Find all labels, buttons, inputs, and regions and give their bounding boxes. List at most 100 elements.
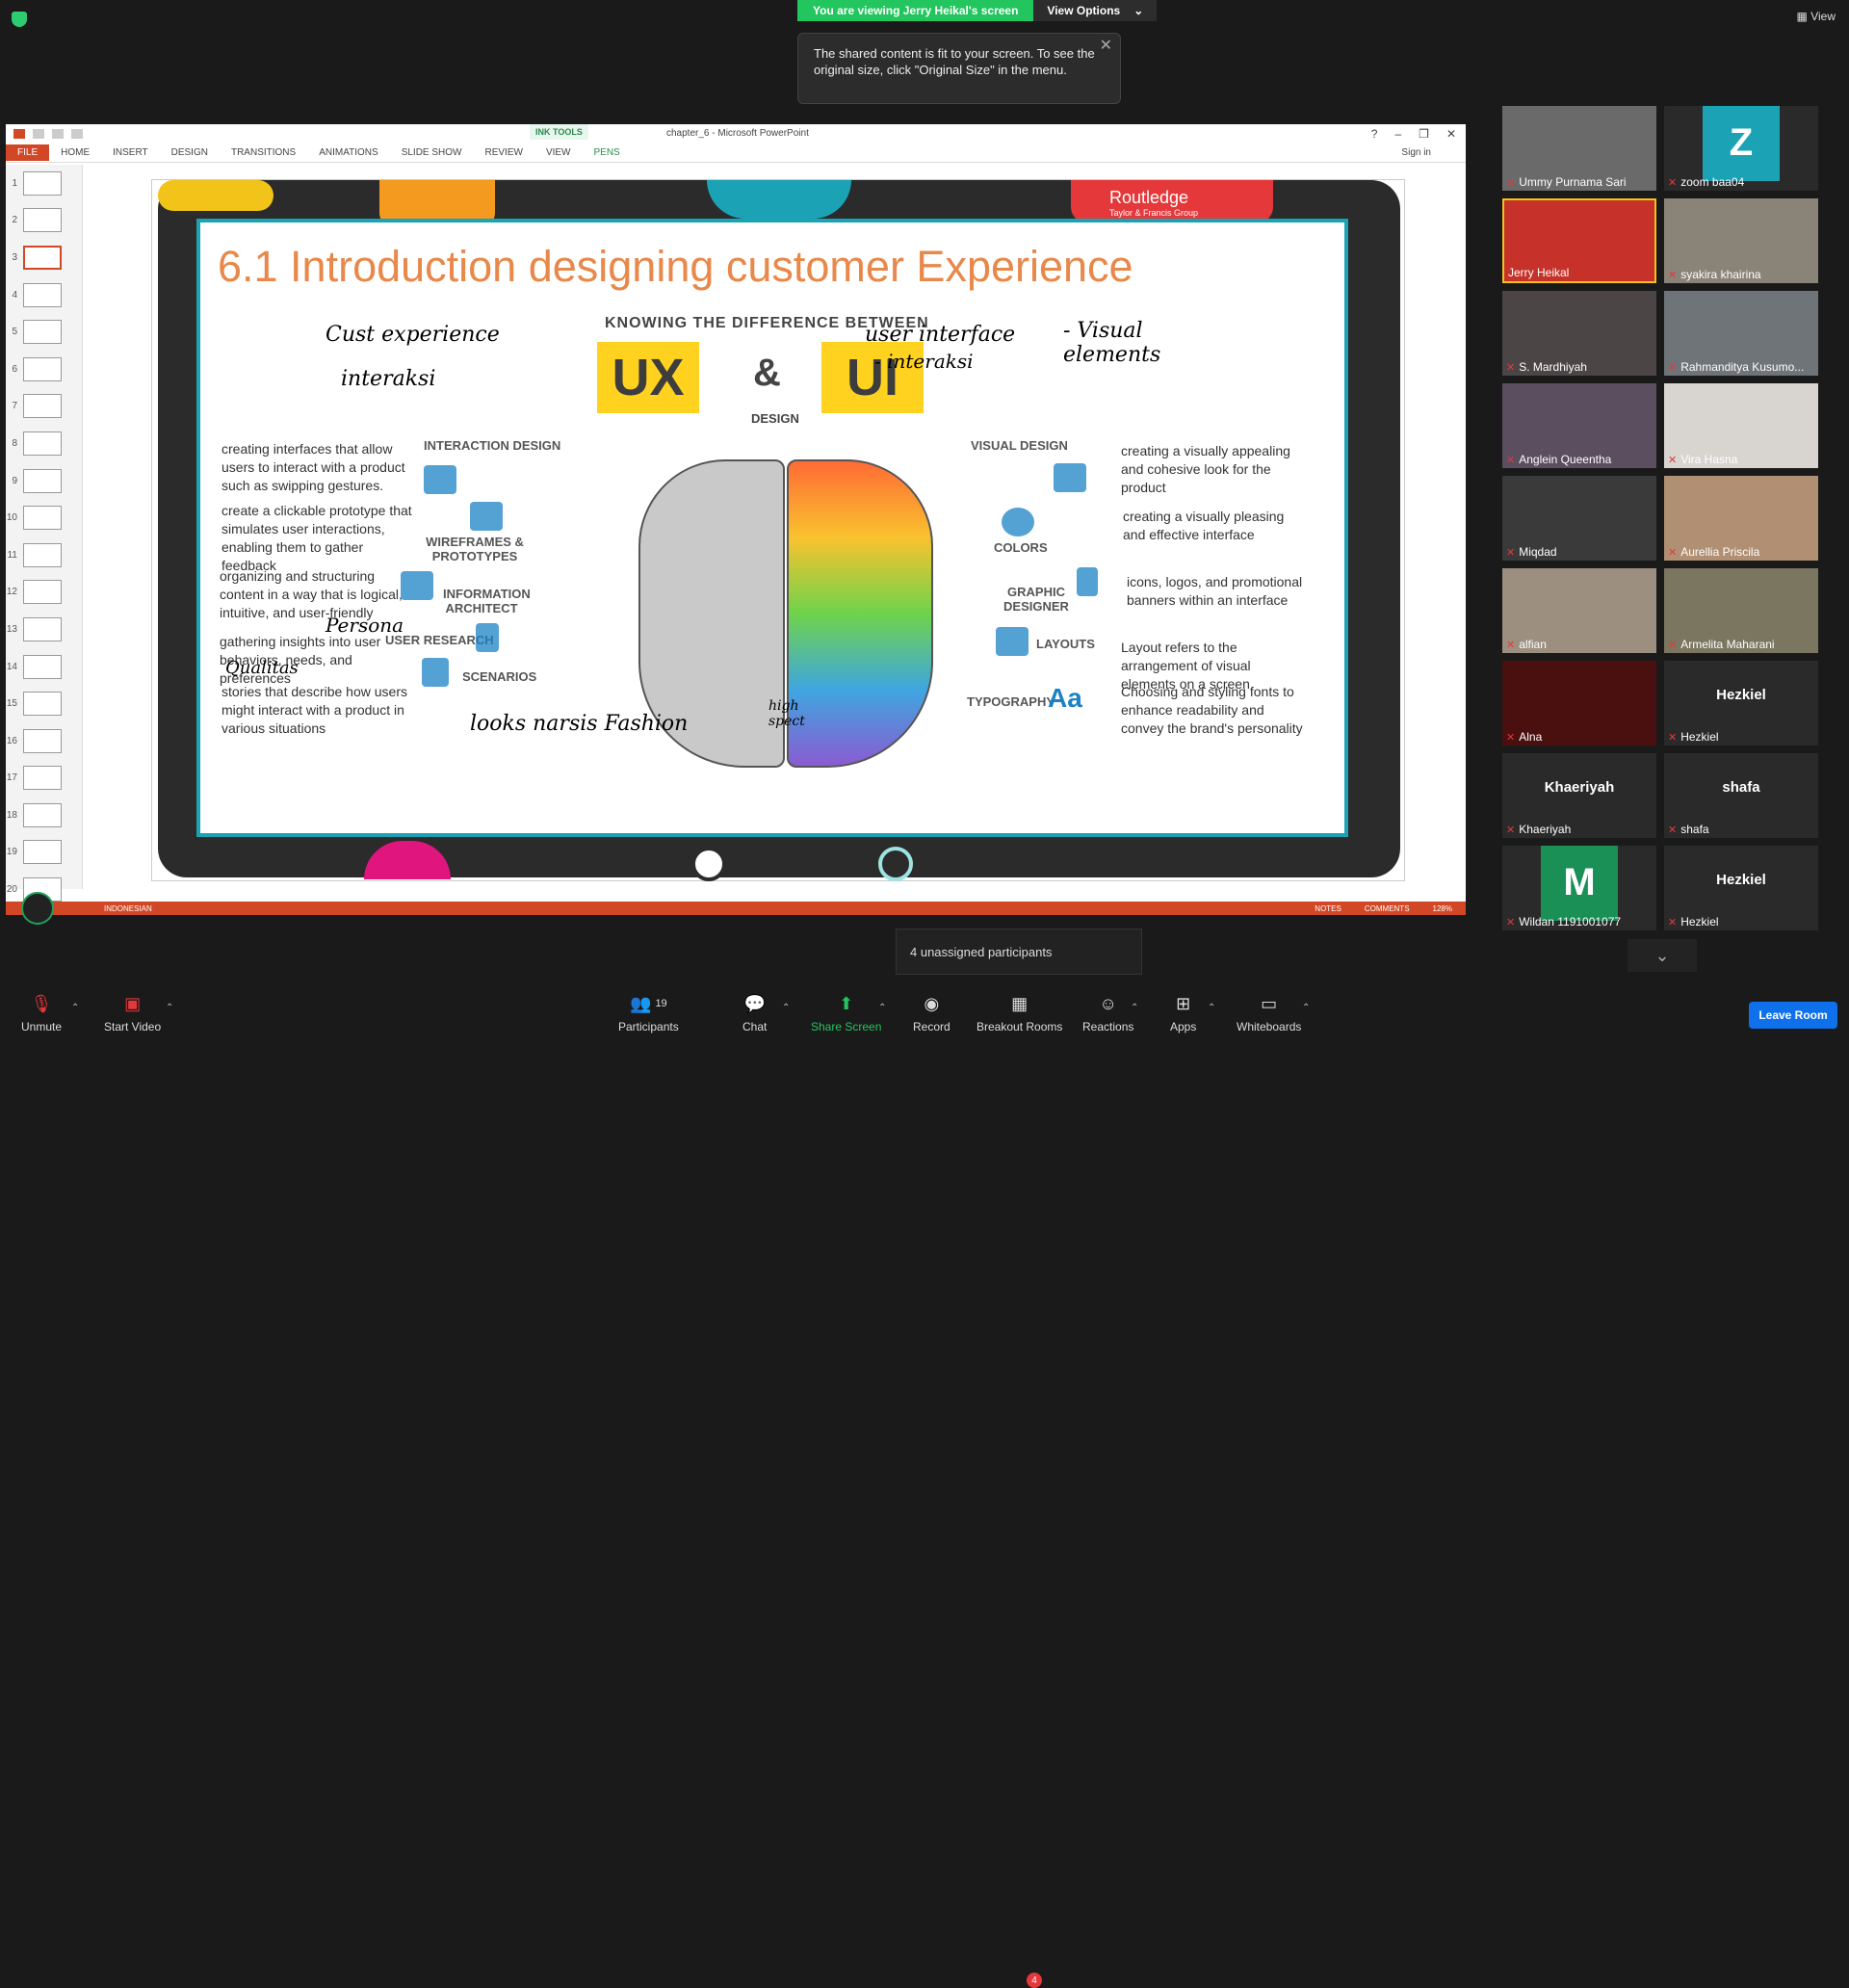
- apps-options-caret[interactable]: ⌃: [1208, 1003, 1215, 1013]
- reactions-button[interactable]: ☺ Reactions: [1082, 993, 1134, 1034]
- tab-animations[interactable]: ANIMATIONS: [307, 144, 389, 161]
- slide-thumb-active[interactable]: 3: [6, 239, 82, 276]
- close-window-icon[interactable]: ✕: [1446, 127, 1456, 141]
- unassigned-participants-notice[interactable]: 4 unassigned participants: [896, 929, 1142, 975]
- restore-icon[interactable]: ❐: [1419, 127, 1429, 141]
- tab-design[interactable]: DESIGN: [160, 144, 220, 161]
- slide-thumb[interactable]: 7: [6, 388, 82, 426]
- slide-thumb[interactable]: 10: [6, 499, 82, 536]
- reactions-label: Reactions: [1082, 1020, 1134, 1033]
- tab-transitions[interactable]: TRANSITIONS: [220, 144, 307, 161]
- audio-options-caret[interactable]: ⌃: [71, 1003, 79, 1013]
- participant-tile[interactable]: ✕ Miqdad: [1502, 476, 1656, 561]
- participant-tile[interactable]: ✕ Anglein Queentha: [1502, 383, 1656, 468]
- record-icon: ◉: [924, 993, 940, 1013]
- cat-visual-design: VISUAL DESIGN: [971, 438, 1068, 453]
- redo-icon[interactable]: [71, 129, 83, 139]
- tab-file[interactable]: FILE: [6, 144, 50, 161]
- participant-name: S. Mardhiyah: [1519, 360, 1587, 374]
- security-shield-icon[interactable]: [12, 12, 27, 27]
- share-options-caret[interactable]: ⌃: [878, 1003, 886, 1013]
- sign-in-link[interactable]: Sign in: [1401, 147, 1431, 158]
- participant-tile-active[interactable]: Jerry Heikal: [1502, 198, 1656, 283]
- zoom-level[interactable]: 128%: [1433, 904, 1452, 913]
- view-layout-button[interactable]: ▦ View: [1797, 10, 1836, 23]
- participant-tile[interactable]: ✕ alfian: [1502, 568, 1656, 653]
- participant-tile[interactable]: ✕ S. Mardhiyah: [1502, 291, 1656, 376]
- notes-button[interactable]: NOTES: [1315, 904, 1341, 913]
- slide-thumb[interactable]: 1: [6, 165, 82, 202]
- tab-review[interactable]: REVIEW: [473, 144, 534, 161]
- slide-thumb[interactable]: 17: [6, 760, 82, 798]
- thumb-image: [23, 282, 62, 307]
- slide-thumb[interactable]: 14: [6, 648, 82, 686]
- participant-tile[interactable]: Khaeriyah ✕ Khaeriyah: [1502, 753, 1656, 838]
- tab-insert[interactable]: INSERT: [101, 144, 160, 161]
- participants-button[interactable]: 👥 19 Participants: [618, 993, 679, 1034]
- slide-canvas[interactable]: Routledge Taylor & Francis Group 6.1 Int…: [151, 179, 1405, 881]
- record-button[interactable]: ◉ Record: [913, 993, 951, 1034]
- participant-tile[interactable]: Hezkiel ✕ Hezkiel: [1664, 661, 1818, 746]
- help-icon[interactable]: ?: [1371, 127, 1378, 141]
- publisher-name: Routledge: [1109, 188, 1189, 207]
- routledge-badge: Routledge Taylor & Francis Group: [1071, 180, 1273, 222]
- slide-thumb[interactable]: 8: [6, 425, 82, 462]
- apps-button[interactable]: ⊞ Apps: [1170, 993, 1196, 1034]
- muted-mic-icon: ✕: [1506, 824, 1516, 836]
- chat-button[interactable]: 💬 Chat: [742, 993, 767, 1034]
- tab-home[interactable]: HOME: [49, 144, 101, 161]
- ink-tools-label: INK TOOLS: [530, 124, 588, 140]
- slide-number: 8: [12, 437, 17, 449]
- designer-icon: [1077, 567, 1098, 596]
- participant-tile[interactable]: ✕ Aurellia Priscila: [1664, 476, 1818, 561]
- start-video-button[interactable]: ▣ Start Video: [104, 993, 161, 1034]
- tab-slide-show[interactable]: SLIDE SHOW: [390, 144, 474, 161]
- participant-tile[interactable]: ✕ Vira Hasna: [1664, 383, 1818, 468]
- slide-title: 6.1 Introduction designing customer Expe…: [218, 242, 1133, 291]
- participant-tile[interactable]: shafa ✕ shafa: [1664, 753, 1818, 838]
- slide-thumb[interactable]: 5: [6, 313, 82, 351]
- participant-tile[interactable]: Hezkiel ✕ Hezkiel: [1664, 846, 1818, 930]
- right-text-1: creating a visually appealing and cohesi…: [1121, 443, 1290, 495]
- slide-thumb[interactable]: 9: [6, 462, 82, 500]
- tab-pens[interactable]: PENS: [583, 144, 632, 161]
- share-screen-label: Share Screen: [811, 1020, 882, 1033]
- slide-thumb[interactable]: 18: [6, 797, 82, 834]
- participant-tile[interactable]: ✕ Armelita Maharani: [1664, 568, 1818, 653]
- slide-thumb[interactable]: 15: [6, 685, 82, 722]
- participant-tile[interactable]: ✕ Ummy Purnama Sari: [1502, 106, 1656, 191]
- unmute-button[interactable]: 🎙 Unmute: [21, 993, 62, 1034]
- tab-view[interactable]: VIEW: [534, 144, 583, 161]
- video-options-caret[interactable]: ⌃: [166, 1003, 173, 1013]
- participant-tile[interactable]: ✕ Alna: [1502, 661, 1656, 746]
- chat-options-caret[interactable]: ⌃: [782, 1003, 790, 1013]
- leave-room-button[interactable]: Leave Room: [1749, 1002, 1837, 1029]
- slide-thumb[interactable]: 4: [6, 276, 82, 314]
- reactions-options-caret[interactable]: ⌃: [1131, 1003, 1138, 1013]
- whiteboards-options-caret[interactable]: ⌃: [1302, 1003, 1310, 1013]
- slide-thumb[interactable]: 19: [6, 834, 82, 872]
- participant-tile[interactable]: ✕ syakira khairina: [1664, 198, 1818, 283]
- muted-mic-icon: ✕: [1668, 546, 1678, 559]
- participant-tile[interactable]: Z ✕ zoom baa04: [1664, 106, 1818, 191]
- breakout-rooms-button[interactable]: ▦ Breakout Rooms: [977, 993, 1062, 1034]
- slide-thumb[interactable]: 12: [6, 574, 82, 612]
- participant-tile[interactable]: ✕ Rahmanditya Kusumo...: [1664, 291, 1818, 376]
- annotation-pencil-icon[interactable]: [21, 892, 54, 925]
- slide-thumb[interactable]: 11: [6, 536, 82, 574]
- gallery-next-page-button[interactable]: ⌄: [1628, 939, 1697, 972]
- share-screen-button[interactable]: ⬆ Share Screen: [811, 993, 882, 1034]
- undo-icon[interactable]: [52, 129, 64, 139]
- whiteboards-button[interactable]: ▭ Whiteboards: [1237, 993, 1301, 1034]
- slide-thumb[interactable]: 6: [6, 351, 82, 388]
- minimize-icon[interactable]: –: [1394, 127, 1401, 141]
- save-icon[interactable]: [33, 129, 44, 139]
- whiteboard-icon: ▭: [1261, 993, 1278, 1013]
- view-options-button[interactable]: View Options ⌄: [1033, 0, 1158, 21]
- slide-thumb[interactable]: 13: [6, 611, 82, 648]
- participant-tile[interactable]: M ✕ Wildan 1191001077: [1502, 846, 1656, 930]
- slide-thumb[interactable]: 2: [6, 202, 82, 240]
- slide-thumb[interactable]: 16: [6, 722, 82, 760]
- comments-button[interactable]: COMMENTS: [1365, 904, 1410, 913]
- close-icon[interactable]: ✕: [1100, 38, 1112, 54]
